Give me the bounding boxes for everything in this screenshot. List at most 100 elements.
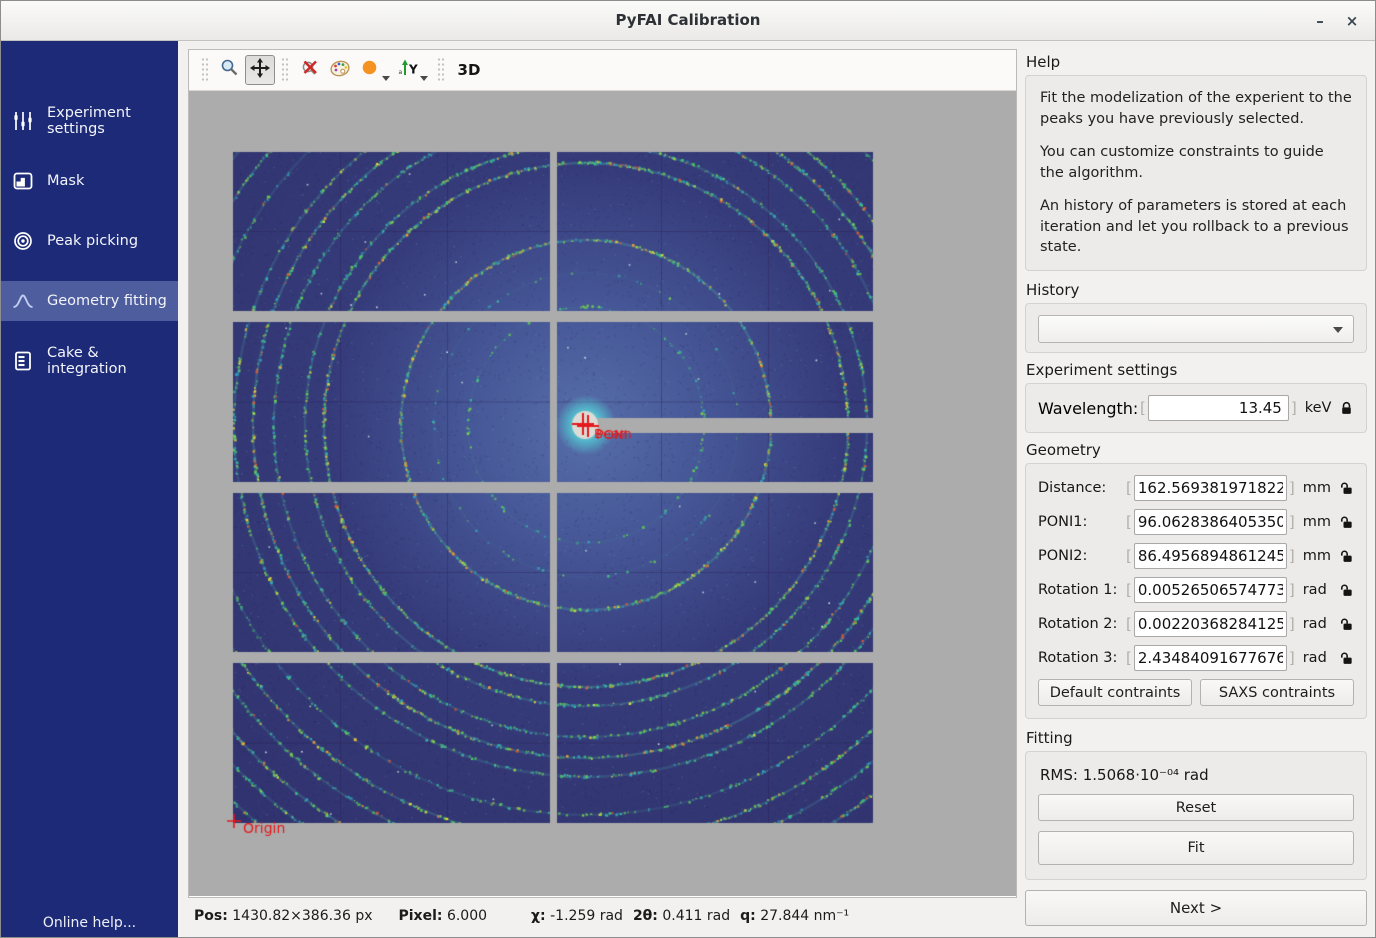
- y-axis-orientation-button[interactable]: a Y: [393, 55, 423, 85]
- rms-value: RMS: 1.5068·10⁻⁰⁴ rad: [1040, 766, 1354, 784]
- poni1-label: PONI1:: [1038, 514, 1124, 530]
- lock-open-icon[interactable]: [1339, 617, 1354, 632]
- status-chi: χ: -1.259 rad: [531, 908, 623, 924]
- 3d-view-button[interactable]: 3D: [451, 55, 487, 85]
- rotation3-input[interactable]: [1134, 645, 1287, 671]
- status-position: Pos: 1430.82×386.36 px: [194, 908, 373, 924]
- constraint-bracket: [: [1124, 547, 1134, 565]
- poni2-input[interactable]: [1134, 543, 1287, 569]
- chevron-down-icon: [1333, 327, 1343, 333]
- sidebar-item-experiment-settings[interactable]: Experiment settings: [1, 101, 178, 141]
- lock-open-icon[interactable]: [1339, 583, 1354, 598]
- zoom-reset-button[interactable]: [295, 55, 325, 85]
- marker-color-icon: [359, 57, 381, 83]
- constraint-bracket: ]: [1287, 479, 1297, 497]
- geometry-section-title: Geometry: [1026, 441, 1367, 459]
- wavelength-label: Wavelength:: [1038, 399, 1138, 418]
- fitting-box: RMS: 1.5068·10⁻⁰⁴ rad Reset Fit: [1025, 751, 1367, 880]
- status-q: q: 27.844 nm⁻¹: [740, 908, 849, 924]
- geometry-row-rotation1: Rotation 1: [ ] rad: [1038, 577, 1354, 603]
- poni1-input[interactable]: [1134, 509, 1287, 535]
- constraint-bracket: ]: [1287, 581, 1297, 599]
- rotation3-unit: rad: [1303, 650, 1327, 666]
- marker-color-button[interactable]: [355, 55, 385, 85]
- experiment-settings-section-title: Experiment settings: [1026, 361, 1367, 379]
- lock-open-icon[interactable]: [1339, 651, 1354, 666]
- wavelength-unit: keV: [1305, 400, 1332, 416]
- constraint-bracket: ]: [1287, 649, 1297, 667]
- geometry-box: Distance: [ ] mm PONI1: [ ] mm: [1025, 463, 1367, 719]
- sliders-icon: [11, 109, 35, 133]
- plot-toolbar: a Y 3D: [189, 50, 1016, 91]
- close-button[interactable]: ×: [1339, 9, 1365, 33]
- chevron-down-icon: [382, 76, 390, 81]
- zoom-mode-button[interactable]: [215, 55, 245, 85]
- fitting-section-title: Fitting: [1026, 729, 1367, 747]
- plot-area: [189, 91, 1016, 896]
- help-paragraph: Fit the modelization of the experient to…: [1040, 88, 1352, 129]
- distance-input[interactable]: [1134, 475, 1287, 501]
- cake-integration-icon: [11, 349, 35, 373]
- status-pixel-value: Pixel: 6.000: [399, 908, 488, 924]
- constraint-bracket: ]: [1287, 513, 1297, 531]
- mask-icon: [11, 169, 35, 193]
- rotation3-label: Rotation 3:: [1038, 650, 1124, 666]
- rotation2-unit: rad: [1303, 616, 1327, 632]
- help-section-title: Help: [1026, 53, 1367, 71]
- constraint-bracket: ]: [1287, 615, 1297, 633]
- wavelength-input[interactable]: [1148, 395, 1289, 421]
- plot-widget: a Y 3D: [188, 49, 1017, 898]
- peak-picking-icon: [11, 229, 35, 253]
- lock-open-icon[interactable]: [1339, 481, 1354, 496]
- rotation2-label: Rotation 2:: [1038, 616, 1124, 632]
- sidebar-item-geometry-fitting[interactable]: Geometry fitting: [1, 281, 178, 321]
- help-paragraph: An history of parameters is stored at ea…: [1040, 196, 1352, 258]
- distance-unit: mm: [1303, 480, 1331, 496]
- pan-mode-button[interactable]: [245, 55, 275, 85]
- svg-text:a: a: [399, 69, 403, 76]
- experiment-settings-box: Wavelength: [ ] keV: [1025, 383, 1367, 433]
- toolbar-grip: [281, 57, 289, 83]
- lock-open-icon[interactable]: [1339, 549, 1354, 564]
- y-axis-orientation-icon: a Y: [397, 57, 419, 83]
- default-constraints-button[interactable]: Default contraints: [1038, 679, 1192, 706]
- title-bar: PyFAI Calibration – ×: [1, 1, 1375, 41]
- sidebar-nav: Experiment settings Mask: [1, 41, 178, 381]
- peak-curve-icon: [11, 289, 35, 313]
- minimize-button[interactable]: –: [1307, 9, 1333, 33]
- distance-label: Distance:: [1038, 480, 1124, 496]
- rotation2-input[interactable]: [1134, 611, 1287, 637]
- sidebar-item-label: Cake & integration: [47, 345, 178, 377]
- sidebar-item-label: Geometry fitting: [47, 293, 167, 309]
- help-box: Fit the modelization of the experient to…: [1025, 75, 1367, 271]
- history-dropdown[interactable]: [1038, 315, 1354, 343]
- sidebar-item-peak-picking[interactable]: Peak picking: [1, 221, 178, 261]
- status-two-theta: 2θ: 0.411 rad: [633, 908, 730, 924]
- help-paragraph: You can customize constraints to guide t…: [1040, 142, 1352, 183]
- sidebar-item-mask[interactable]: Mask: [1, 161, 178, 201]
- fit-button[interactable]: Fit: [1038, 831, 1354, 865]
- next-button[interactable]: Next >: [1025, 890, 1367, 926]
- reset-button[interactable]: Reset: [1038, 794, 1354, 821]
- constraint-buttons-row: Default contraints SAXS contraints: [1038, 679, 1354, 706]
- online-help-link[interactable]: Online help...: [1, 915, 178, 931]
- colormap-button[interactable]: [325, 55, 355, 85]
- sidebar-item-cake-integration[interactable]: Cake & integration: [1, 341, 178, 381]
- constraint-bracket: [: [1124, 479, 1134, 497]
- lock-closed-icon[interactable]: [1339, 401, 1354, 416]
- saxs-constraints-button[interactable]: SAXS contraints: [1200, 679, 1354, 706]
- window-title: PyFAI Calibration: [1, 11, 1375, 29]
- toolbar-grip: [437, 57, 445, 83]
- diffraction-canvas[interactable]: [189, 91, 1016, 896]
- geometry-row-rotation3: Rotation 3: [ ] rad: [1038, 645, 1354, 671]
- rotation1-input[interactable]: [1134, 577, 1287, 603]
- poni2-label: PONI2:: [1038, 548, 1124, 564]
- sidebar-item-label: Experiment settings: [47, 105, 178, 137]
- rotation1-label: Rotation 1:: [1038, 582, 1124, 598]
- toolbar-grip: [201, 57, 209, 83]
- geometry-row-distance: Distance: [ ] mm: [1038, 475, 1354, 501]
- lock-open-icon[interactable]: [1339, 515, 1354, 530]
- colormap-icon: [329, 57, 351, 83]
- zoom-reset-icon: [299, 57, 321, 83]
- constraint-bracket: [: [1124, 513, 1134, 531]
